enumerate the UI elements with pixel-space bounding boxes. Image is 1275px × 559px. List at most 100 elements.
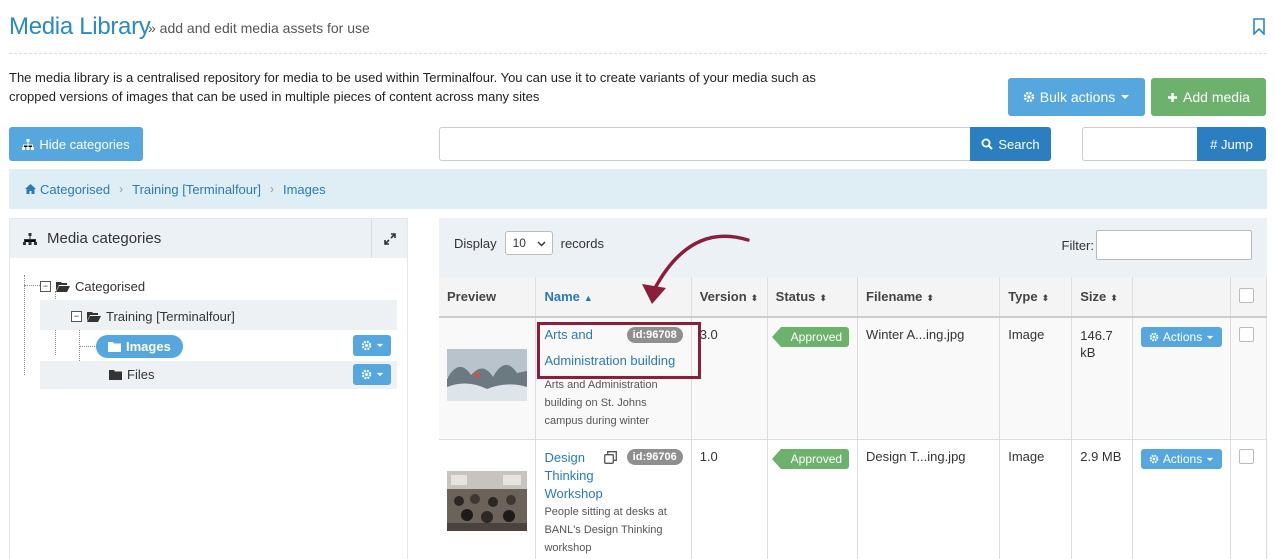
folder-open-icon [87,312,101,322]
tree-node-categorised[interactable]: − Categorised [40,279,145,294]
collapse-icon[interactable]: − [71,311,82,322]
actions-button[interactable]: Actions [1140,449,1223,469]
bookmark-icon[interactable] [1253,18,1265,35]
bulk-actions-label: Bulk actions [1039,89,1116,105]
expand-icon[interactable] [371,219,407,258]
page-header: Media Library » add and edit media asset… [9,10,1267,54]
chevron-down-icon [537,241,546,247]
breadcrumb-chevron-icon: › [269,182,274,196]
tree-node-files[interactable]: Files [109,367,154,382]
breadcrumb: Categorised › Training [Terminalfour] › … [9,169,1267,209]
jump-label: # Jump [1210,136,1253,152]
caret-down-icon [1121,95,1130,99]
tree-node-training[interactable]: − Training [Terminalfour] [71,309,235,324]
search-button[interactable]: Search [970,127,1051,161]
filename-cell: Design T...ing.jpg [857,439,1001,559]
column-status[interactable]: Status ⬍ [767,277,859,318]
filename-cell: Winter A...ing.jpg [857,317,1001,440]
media-list-panel: Display 10 records Filter: Preview Name ▲… [439,218,1267,559]
plus-icon [1168,92,1178,102]
column-preview: Preview [439,277,537,318]
version-cell: 3.0 [691,317,768,440]
gear-icon [361,340,371,351]
add-media-label: Add media [1183,89,1250,105]
actions-button[interactable]: Actions [1140,327,1223,347]
jump-input[interactable] [1082,127,1198,161]
media-description: Arts and Administration building on St. … [544,379,658,427]
status-cell: Approved [767,439,859,559]
column-size[interactable]: Size ⬍ [1071,277,1133,318]
hide-categories-button[interactable]: Hide categories [9,127,143,161]
tree-node-label: Training [Terminalfour] [106,309,235,324]
selected-category-pill[interactable]: Images [96,335,183,358]
row-checkbox[interactable] [1239,327,1255,342]
type-cell: Image [999,439,1073,559]
breadcrumb-images[interactable]: Images [283,182,326,197]
page-title: Media Library [9,13,151,40]
media-categories-header: Media categories [10,219,407,258]
gear-icon [1023,91,1034,103]
status-badge: Approved [771,327,850,347]
annotation-highlight-box [537,322,701,379]
filter-control: Filter: [1061,230,1252,260]
filter-input[interactable] [1096,230,1252,260]
column-select [1230,277,1267,318]
folder-icon [109,370,122,380]
search-input[interactable] [439,127,971,161]
column-actions [1132,277,1232,318]
select-cell [1230,317,1267,440]
snowy-building-thumbnail[interactable] [447,349,527,401]
breadcrumb-categorised[interactable]: Categorised [40,182,110,197]
page-size-select[interactable]: 10 [504,231,553,255]
name-cell: id:96706 Design Thinking Workshop People… [535,439,692,559]
annotation-arrow-icon [642,234,750,304]
media-categories-title: Media categories [47,230,162,247]
column-filename[interactable]: Filename ⬍ [857,277,1001,318]
files-options-button[interactable] [353,364,391,385]
display-label: Display [454,235,497,251]
version-cell: 1.0 [691,439,768,559]
add-media-button[interactable]: Add media [1151,78,1266,116]
gear-icon [1149,332,1159,342]
breadcrumb-training[interactable]: Training [Terminalfour] [132,182,261,197]
status-cell: Approved [767,317,859,440]
tree-node-label: Images [126,339,171,354]
gear-icon [361,369,371,380]
images-options-button[interactable] [353,335,391,356]
column-type[interactable]: Type ⬍ [999,277,1073,318]
table-row: id:96706 Design Thinking Workshop People… [439,439,1267,559]
tree-node-label: Categorised [75,279,146,294]
type-cell: Image [999,317,1073,440]
sort-icon: ⬍ [819,293,827,303]
tree-node-images[interactable]: Images [96,335,183,358]
caret-down-icon [1207,457,1214,461]
preview-cell [439,439,537,559]
folder-icon [108,342,121,352]
select-cell [1230,439,1267,559]
sort-icon: ⬍ [1041,293,1050,303]
status-badge: Approved [771,449,850,469]
media-categories-panel: Media categories − Categorised − Trainin… [9,218,408,559]
search-icon [981,138,994,150]
row-checkbox[interactable] [1239,449,1255,464]
records-label: records [560,235,604,251]
caret-down-icon [1207,335,1214,339]
home-icon [25,184,36,194]
caret-down-icon [376,372,383,377]
search-label: Search [998,136,1040,152]
filter-label: Filter: [1061,237,1095,253]
tree-node-label: Files [127,367,155,382]
select-all-checkbox[interactable] [1239,287,1255,303]
media-description: People sitting at desks at BANL's Design… [544,506,667,554]
sitemap-icon [22,138,35,150]
size-cell: 146.7 kB [1071,317,1133,440]
workshop-thumbnail[interactable] [447,471,527,531]
copy-icon[interactable] [603,451,617,464]
media-table: Preview Name ▲ Version ⬍ Status ⬍ Filename ⬍… [439,277,1267,559]
bulk-actions-button[interactable]: Bulk actions [1008,78,1145,116]
collapse-icon[interactable]: − [40,281,51,292]
sort-icon: ⬍ [926,293,934,303]
page-subtitle: » add and edit media assets for use [148,20,370,36]
hide-categories-label: Hide categories [39,136,130,152]
jump-button[interactable]: # Jump [1197,127,1266,161]
